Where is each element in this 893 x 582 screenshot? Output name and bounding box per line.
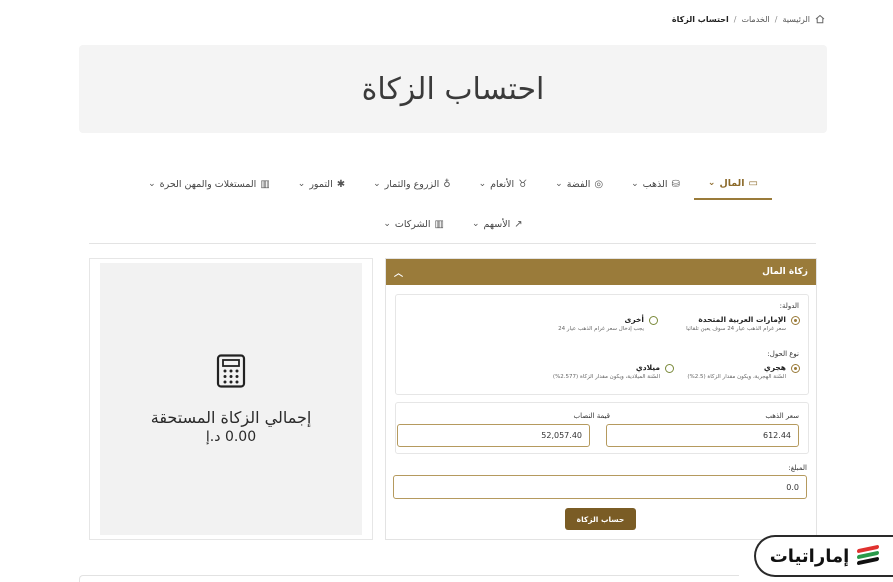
radio-subtitle: يجب إدخال سعر غرام الذهب عيار 24: [558, 326, 644, 332]
gold-icon: ⛁: [671, 178, 680, 190]
tabs-divider: [89, 243, 816, 244]
breadcrumb-current: احتساب الزكاة: [671, 14, 729, 24]
price-box: سعر الذهب قيمة النصاب 612.44 52,057.40: [395, 402, 809, 454]
tab-label: المال: [719, 177, 745, 189]
tab-label: الشركات: [394, 218, 431, 230]
radio-button[interactable]: [649, 316, 658, 325]
chevron-down-icon: ⌄: [148, 179, 156, 189]
chevron-down-icon: ⌄: [383, 219, 391, 229]
gold-price-field[interactable]: 612.44: [606, 424, 799, 447]
country-label: الدولة:: [779, 302, 799, 310]
chevron-down-icon: ⌄: [297, 179, 306, 189]
next-section-edge: [79, 575, 739, 582]
brand-badge[interactable]: إماراتيات: [754, 535, 893, 577]
tab-exploitables[interactable]: ▥ المستغلات والمهن الحرة ⌄: [134, 168, 284, 200]
radio-title: أخرى: [624, 315, 644, 324]
gold-price-label: سعر الذهب: [765, 412, 799, 420]
nisab-field[interactable]: 52,057.40: [397, 424, 590, 447]
breadcrumb-separator: /: [774, 14, 778, 24]
breadcrumb-separator: /: [733, 14, 737, 24]
tab-stocks[interactable]: ↗ الأسهم ⌄: [458, 210, 537, 238]
total-zakat-value: 0.00 د.إ: [205, 428, 257, 445]
silver-icon: ◎: [594, 178, 604, 190]
money-icon: ▭: [748, 177, 758, 189]
calculate-zakat-button[interactable]: حساب الزكاة: [565, 508, 636, 530]
amount-label: المبلغ:: [788, 464, 807, 472]
chart-icon: ↗: [514, 218, 523, 230]
crops-icon: ♁: [443, 178, 451, 190]
zakat-type-tabs: ▭ المال ⌄ ⛁ الذهب ⌄ ◎ الفضة ⌄ ♉ الأنعام …: [90, 168, 816, 200]
page-title: احتساب الزكاة: [361, 71, 545, 107]
chevron-down-icon: ⌄: [478, 179, 487, 189]
zakat-money-panel: زكاة المال ︿ الدولة: الإمارات العربية ال…: [385, 258, 817, 540]
tab-gold[interactable]: ⛁ الذهب ⌄: [617, 168, 694, 200]
radio-subtitle: السّنة الميلادية، ويكون مقدار الزكاة (2.…: [552, 374, 660, 380]
result-inner: إجمالي الزكاة المستحقة 0.00 د.إ: [100, 263, 362, 535]
tab-label: التمور: [309, 178, 333, 190]
panel-header[interactable]: زكاة المال ︿: [386, 259, 816, 285]
radio-subtitle: سعر غرام الذهب عيار 24 سوف يعين تلقائيا: [686, 326, 786, 332]
brand-name: إماراتيات: [769, 545, 850, 567]
breadcrumb-services[interactable]: الخدمات: [741, 15, 769, 24]
amount-input[interactable]: 0.0: [393, 475, 807, 499]
tab-label: الفضة: [566, 178, 591, 190]
panel-title: زكاة المال: [762, 267, 808, 277]
chevron-down-icon: ⌄: [373, 179, 381, 189]
radio-country-uae[interactable]: الإمارات العربية المتحدة سعر غرام الذهب …: [686, 315, 800, 332]
breadcrumb: الرئيسية / الخدمات / احتساب الزكاة: [672, 14, 825, 24]
result-card: إجمالي الزكاة المستحقة 0.00 د.إ: [89, 258, 373, 540]
radio-country-other[interactable]: أخرى يجب إدخال سعر غرام الذهب عيار 24: [558, 315, 658, 332]
building-icon: ▥: [260, 178, 270, 190]
tab-label: الذهب: [642, 178, 668, 190]
nisab-label: قيمة النصاب: [573, 412, 610, 420]
zakat-type-tabs-row2: ↗ الأسهم ⌄ ▥ الشركات ⌄: [90, 210, 816, 238]
tab-label: الزروع والثمار: [384, 178, 440, 190]
chevron-down-icon: ⌄: [707, 178, 716, 188]
tab-label: المستغلات والمهن الحرة: [159, 178, 257, 190]
chevron-down-icon: ⌄: [555, 179, 563, 189]
total-zakat-label: إجمالي الزكاة المستحقة: [150, 407, 312, 427]
palm-icon: ✱: [336, 178, 346, 190]
year-type-label: نوع الحول:: [767, 350, 799, 358]
chevron-down-icon: ⌄: [471, 219, 480, 229]
tab-companies[interactable]: ▥ الشركات ⌄: [369, 210, 458, 238]
breadcrumb-home[interactable]: الرئيسية: [782, 15, 810, 24]
radio-title: هجري: [763, 363, 786, 372]
tab-silver[interactable]: ◎ الفضة ⌄: [541, 168, 617, 200]
tab-label: الأنعام: [490, 178, 515, 190]
radio-button[interactable]: [791, 316, 800, 325]
radio-subtitle: السّنة الهجرية، ويكون مقدار الزكاة (2.5%…: [687, 374, 786, 380]
calculator-icon: [216, 353, 246, 388]
title-banner: احتساب الزكاة: [79, 45, 827, 133]
radio-year-hijri[interactable]: هجري السّنة الهجرية، ويكون مقدار الزكاة …: [687, 363, 800, 380]
chevron-down-icon: ⌄: [631, 179, 639, 189]
radio-title: ميلادي: [635, 363, 660, 372]
livestock-icon: ♉: [518, 178, 528, 190]
tab-crops[interactable]: ♁ الزروع والثمار ⌄: [359, 168, 464, 200]
radio-button[interactable]: [791, 364, 800, 373]
tab-dates[interactable]: ✱ التمور ⌄: [284, 168, 359, 200]
tab-money[interactable]: ▭ المال ⌄: [693, 168, 772, 200]
tab-livestock[interactable]: ♉ الأنعام ⌄: [465, 168, 542, 200]
radio-title: الإمارات العربية المتحدة: [698, 315, 786, 324]
radio-button[interactable]: [665, 364, 674, 373]
tab-label: الأسهم: [483, 218, 511, 230]
radio-year-gregorian[interactable]: ميلادي السّنة الميلادية، ويكون مقدار الز…: [553, 363, 674, 380]
home-icon[interactable]: [815, 14, 825, 24]
options-box: الدولة: الإمارات العربية المتحدة سعر غرا…: [395, 294, 809, 395]
chevron-up-icon[interactable]: ︿: [394, 266, 403, 279]
uae-flag-logo: [857, 544, 880, 566]
company-icon: ▥: [434, 218, 444, 230]
